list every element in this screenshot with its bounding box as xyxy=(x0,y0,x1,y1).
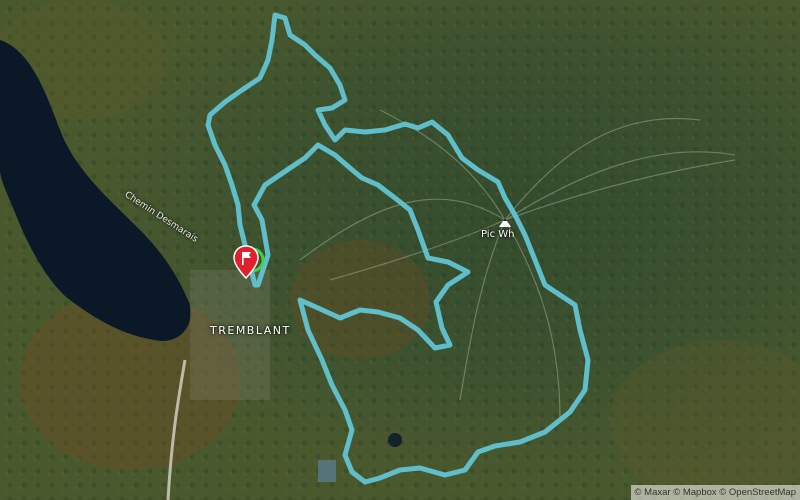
start-flag-marker[interactable] xyxy=(232,244,266,284)
town-label: TREMBLANT xyxy=(210,324,291,337)
map-attribution[interactable]: © Maxar © Mapbox © OpenStreetMap xyxy=(630,485,800,500)
map-view[interactable]: Chemin Desmarais TREMBLANT Pic Wh © Maxa… xyxy=(0,0,800,500)
route-overlay xyxy=(205,12,591,485)
mountain-peak-icon xyxy=(499,218,511,227)
peak-label: Pic Wh xyxy=(481,229,515,240)
